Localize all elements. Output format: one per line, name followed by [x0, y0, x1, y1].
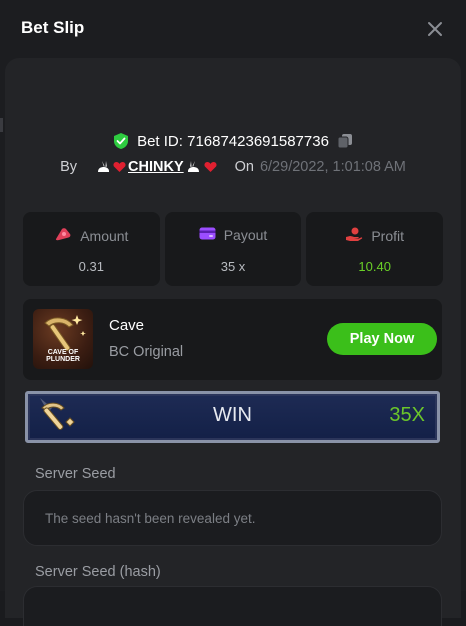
server-seed-placeholder: The seed hasn't been revealed yet. — [45, 511, 256, 526]
stat-payout-label: Payout — [223, 227, 268, 243]
edge-divider — [0, 118, 3, 132]
modal-title: Bet Slip — [21, 18, 85, 37]
bet-stats: Amount 0.31 Payout 35 x Profit 10.40 — [23, 212, 444, 286]
game-card: Cave of Plunder Cave BC Original Play No… — [23, 299, 442, 380]
stat-profit-header: Profit — [306, 227, 443, 245]
stat-payout-value: 35 x — [220, 259, 246, 274]
bet-meta-row: By CHINKY On 6/29/2022, 1:01:08 AM — [5, 156, 461, 178]
rabbit-icon — [95, 160, 111, 174]
on-label: On — [234, 159, 254, 175]
rabbit-icon — [186, 160, 202, 174]
card-icon — [199, 227, 216, 243]
server-seed-hash-field[interactable] — [23, 586, 442, 626]
coin-icon — [54, 227, 72, 244]
stat-profit-value: 10.40 — [358, 259, 391, 274]
game-thumbnail-title: Cave of Plunder — [46, 349, 80, 363]
result-banner: WIN 35X — [25, 391, 440, 443]
stat-amount-value: 0.31 — [78, 259, 104, 274]
bet-id-row: Bet ID: 71687423691587736 — [5, 130, 461, 152]
server-seed-field[interactable]: The seed hasn't been revealed yet. — [23, 490, 442, 546]
stat-payout-header: Payout — [165, 227, 302, 243]
username: CHINKY — [128, 159, 184, 175]
server-seed-label: Server Seed — [35, 466, 116, 482]
modal-header: Bet Slip — [0, 0, 466, 58]
bet-id: Bet ID: 71687423691587736 — [137, 132, 329, 150]
hand-coin-icon — [345, 227, 363, 245]
stat-amount: Amount 0.31 — [23, 212, 160, 286]
by-label: By — [60, 159, 78, 175]
stat-amount-label: Amount — [80, 227, 129, 244]
server-seed-hash-label: Server Seed (hash) — [35, 564, 161, 580]
result-label: WIN — [213, 404, 252, 426]
stat-profit: Profit 10.40 — [306, 212, 444, 286]
stat-profit-label: Profit — [371, 228, 405, 244]
bet-slip-modal: Bet Slip Bet ID: 71687423691587736 By CH… — [0, 0, 466, 626]
bet-slip-content: Bet ID: 71687423691587736 By CHINKY On 6… — [5, 58, 461, 626]
stat-amount-header: Amount — [23, 227, 160, 244]
play-now-button[interactable]: Play Now — [327, 323, 437, 355]
game-name: Cave — [109, 317, 145, 334]
close-icon[interactable] — [424, 18, 446, 40]
copy-icon[interactable] — [337, 133, 353, 149]
stat-payout: Payout 35 x — [164, 212, 302, 286]
heart-icon — [204, 161, 217, 173]
username-link[interactable]: CHINKY — [95, 159, 217, 175]
bet-datetime: 6/29/2022, 1:01:08 AM — [259, 159, 406, 175]
heart-icon — [113, 161, 126, 173]
result-multiplier: 35X — [389, 404, 425, 426]
game-subtitle: BC Original — [109, 344, 184, 360]
game-thumbnail[interactable]: Cave of Plunder — [33, 309, 93, 369]
shield-check-icon — [113, 132, 129, 150]
